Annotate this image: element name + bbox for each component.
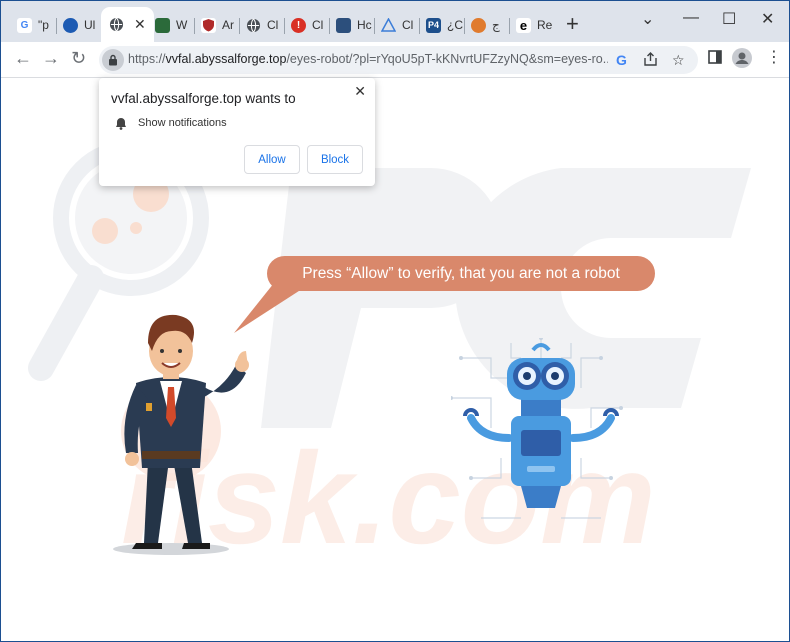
tab-10[interactable]: P4 ¿C xyxy=(426,12,463,38)
close-tab-icon[interactable]: ✕ xyxy=(134,16,146,33)
tab-6[interactable]: Cl xyxy=(246,12,278,38)
tab-label: Ar xyxy=(222,18,234,32)
block-button[interactable]: Block xyxy=(307,145,363,174)
tab-label: Re xyxy=(537,18,553,32)
edge-icon: e xyxy=(516,17,531,33)
tab-4[interactable]: W xyxy=(155,12,187,38)
tab-separator xyxy=(284,18,285,34)
permission-text: Show notifications xyxy=(138,117,227,129)
tab-2[interactable]: Ul xyxy=(63,12,95,38)
google-lens-icon[interactable]: G xyxy=(616,52,627,68)
maximize-icon[interactable]: ☐ xyxy=(722,9,736,29)
tab-8[interactable]: Hc xyxy=(336,12,372,38)
tab-separator xyxy=(194,18,195,34)
tab-label: Cl xyxy=(267,18,279,32)
minimize-icon[interactable]: — xyxy=(683,9,699,27)
tab-strip: G "p Ul ✕ W Ar Cl ! Cl Hc Cl P4 ¿C ج e R… xyxy=(1,1,789,42)
reload-icon[interactable]: ↻ xyxy=(71,48,86,69)
businessman-illustration xyxy=(113,314,249,555)
tab-label: "p xyxy=(38,18,49,32)
side-panel-icon[interactable] xyxy=(708,50,722,69)
triangle-icon xyxy=(381,18,396,33)
tab-separator xyxy=(239,18,240,34)
google-icon: G xyxy=(17,17,32,33)
notification-permission-popup: vvfal.abyssalforge.top wants to ✕ Show n… xyxy=(99,78,375,186)
globe-icon xyxy=(246,18,261,33)
orange-circle-icon xyxy=(471,17,486,33)
popup-title: vvfal.abyssalforge.top wants to xyxy=(111,91,296,106)
share-icon[interactable] xyxy=(643,52,658,69)
tab-label: Cl xyxy=(402,18,414,32)
tab-11[interactable]: ج xyxy=(471,12,500,38)
shield-icon xyxy=(201,17,216,33)
close-icon[interactable]: ✕ xyxy=(354,83,366,100)
tab-12[interactable]: e Re xyxy=(516,12,552,38)
circle-logo-icon xyxy=(63,17,78,33)
tab-separator xyxy=(56,18,57,34)
instruction-bubble: Press “Allow” to verify, that you are no… xyxy=(267,256,655,291)
tab-1[interactable]: G "p xyxy=(17,12,49,38)
tab-label: ¿C xyxy=(447,18,463,32)
tab-label: Ul xyxy=(84,18,96,32)
tab-7[interactable]: ! Cl xyxy=(291,12,323,38)
globe-icon xyxy=(109,17,124,32)
forward-icon[interactable]: → xyxy=(42,48,60,69)
tab-label: Cl xyxy=(312,18,324,32)
menu-icon[interactable]: ⋮ xyxy=(766,47,782,67)
bubble-tail xyxy=(234,283,302,333)
tab-label: W xyxy=(176,18,188,32)
tab-9[interactable]: Cl xyxy=(381,12,413,38)
tab-label: ج xyxy=(492,18,500,32)
star-icon[interactable]: ☆ xyxy=(672,52,685,69)
profile-avatar-icon[interactable] xyxy=(732,48,752,73)
toolbar: ← → ↻ https://vvfal.abyssalforge.top/eye… xyxy=(1,42,789,78)
warning-icon: ! xyxy=(291,17,306,33)
close-window-icon[interactable]: ✕ xyxy=(761,9,774,29)
p4-icon: P4 xyxy=(426,17,441,33)
tab-separator xyxy=(509,18,510,34)
tab-5[interactable]: Ar xyxy=(201,12,234,38)
allow-button[interactable]: Allow xyxy=(244,145,300,174)
robot-illustration xyxy=(451,338,623,519)
tab-active[interactable]: ✕ xyxy=(101,7,154,42)
tab-separator xyxy=(329,18,330,34)
monitor-icon xyxy=(336,17,351,33)
chevron-down-icon[interactable]: ⌄ xyxy=(641,9,654,29)
address-bar[interactable]: https://vvfal.abyssalforge.top/eyes-robo… xyxy=(99,46,698,74)
new-tab-button[interactable]: + xyxy=(566,13,579,35)
tab-separator xyxy=(419,18,420,34)
tab-separator xyxy=(374,18,375,34)
lock-icon[interactable] xyxy=(102,49,124,71)
grid-icon xyxy=(155,17,170,33)
url-text[interactable]: https://vvfal.abyssalforge.top/eyes-robo… xyxy=(128,52,608,66)
back-icon[interactable]: ← xyxy=(14,48,32,69)
bell-icon xyxy=(115,117,127,135)
tab-label: Hc xyxy=(357,18,372,32)
tab-separator xyxy=(464,18,465,34)
browser-window: G "p Ul ✕ W Ar Cl ! Cl Hc Cl P4 ¿C ج e R… xyxy=(0,0,790,642)
